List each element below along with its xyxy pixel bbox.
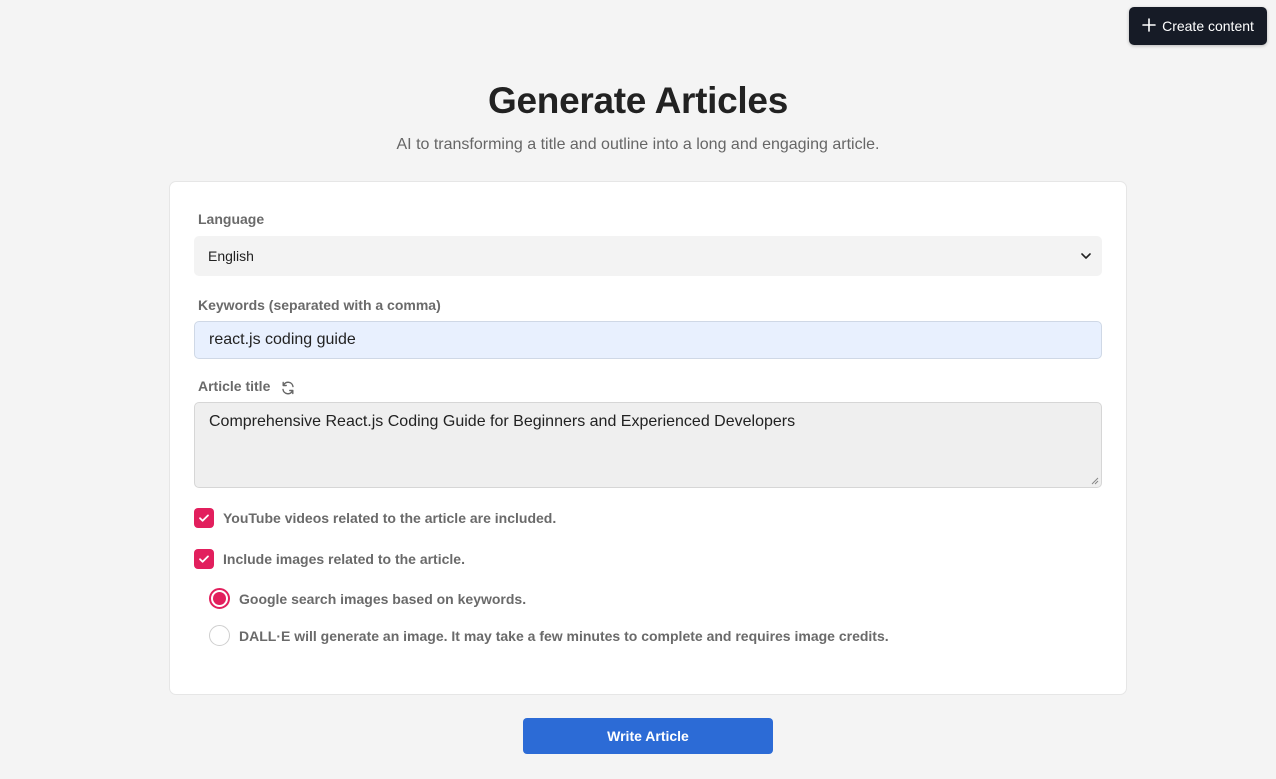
article-form-card: Language English Keywords (separated wit… <box>169 181 1127 695</box>
radio-dot <box>213 592 226 605</box>
keywords-input-value: react.js coding guide <box>209 331 356 348</box>
language-select[interactable]: English <box>194 236 1102 276</box>
plus-icon <box>1142 17 1156 35</box>
chevron-down-icon <box>1081 253 1091 259</box>
refresh-icon[interactable] <box>280 380 296 396</box>
dalle-radio[interactable] <box>209 625 230 646</box>
youtube-checkbox[interactable] <box>194 508 214 528</box>
check-icon <box>199 555 209 563</box>
page-subtitle: AI to transforming a title and outline i… <box>396 136 880 153</box>
write-article-button[interactable]: Write Article <box>523 718 773 754</box>
check-icon <box>199 514 209 522</box>
google-images-option[interactable]: Google search images based on keywords. <box>209 588 526 609</box>
language-label: Language <box>198 211 265 227</box>
keywords-label: Keywords (separated with a comma) <box>198 297 441 313</box>
images-checkbox[interactable] <box>194 549 214 569</box>
page-title: Generate Articles <box>488 80 788 121</box>
resize-grip-icon[interactable] <box>1091 477 1099 485</box>
create-content-label: Create content <box>1162 18 1254 34</box>
dalle-label: DALL·E will generate an image. It may ta… <box>239 627 889 644</box>
youtube-option-label: YouTube videos related to the article ar… <box>223 510 557 526</box>
images-option-label: Include images related to the article. <box>223 551 465 567</box>
language-select-value: English <box>208 248 254 264</box>
keywords-input[interactable]: react.js coding guide <box>194 321 1102 359</box>
article-title-label: Article title <box>198 378 271 394</box>
google-images-radio[interactable] <box>209 588 230 609</box>
google-images-label: Google search images based on keywords. <box>239 590 527 607</box>
images-option[interactable]: Include images related to the article. <box>194 549 465 569</box>
create-content-button[interactable]: Create content <box>1129 7 1267 45</box>
article-title-value: Comprehensive React.js Coding Guide for … <box>209 413 796 430</box>
dalle-option[interactable]: DALL·E will generate an image. It may ta… <box>209 625 889 646</box>
youtube-option[interactable]: YouTube videos related to the article ar… <box>194 508 556 528</box>
article-title-textarea[interactable]: Comprehensive React.js Coding Guide for … <box>194 402 1102 488</box>
